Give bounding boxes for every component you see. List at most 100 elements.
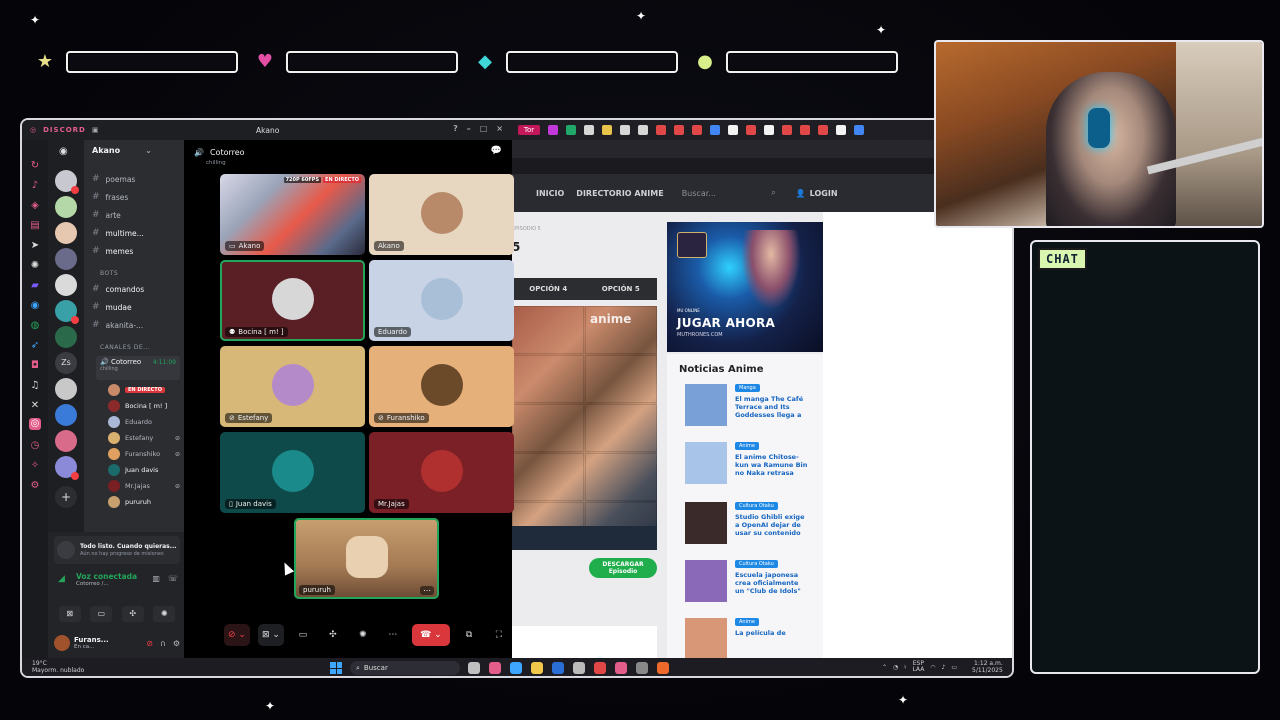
- channel-arte[interactable]: # arte: [92, 210, 186, 220]
- category-voice[interactable]: CANALES DE...: [100, 344, 150, 351]
- server-name[interactable]: Akano ⌄: [92, 146, 152, 155]
- word-icon[interactable]: [552, 662, 564, 674]
- browser-tab[interactable]: [746, 125, 756, 135]
- soundboard-icon[interactable]: ▥: [152, 574, 160, 583]
- hang-up-button[interactable]: ☎ ⌄: [411, 624, 450, 646]
- browser-tab[interactable]: [764, 125, 774, 135]
- disconnect-icon[interactable]: ☏: [168, 574, 178, 583]
- server-icon[interactable]: [55, 300, 79, 324]
- server-icon[interactable]: [55, 274, 77, 296]
- headphones-icon[interactable]: ∩: [160, 639, 166, 648]
- option-5-button[interactable]: OPCIÓN 5: [585, 278, 658, 300]
- site-search-input[interactable]: Buscar... ⌕: [677, 183, 784, 203]
- star-icon[interactable]: ✧: [29, 460, 41, 472]
- effects-button[interactable]: ✺: [153, 606, 176, 622]
- channel-poemas[interactable]: # poemas: [92, 174, 186, 184]
- bell-icon[interactable]: ♪: [29, 180, 41, 192]
- voice-user[interactable]: Mr.Jajas ⊘: [108, 480, 182, 492]
- activities-button[interactable]: ✣: [322, 624, 344, 646]
- voice-user[interactable]: Estefany ⊘: [108, 432, 182, 444]
- fullscreen-button[interactable]: ⛶: [488, 624, 510, 646]
- server-icon[interactable]: [55, 248, 77, 270]
- voice-user[interactable]: pururuh: [108, 496, 182, 508]
- task-view-icon[interactable]: [468, 662, 480, 674]
- camera-off-button[interactable]: ⊠: [58, 606, 81, 622]
- app-icon[interactable]: [573, 662, 585, 674]
- gear-icon[interactable]: ⚙: [173, 639, 180, 648]
- voice-user[interactable]: Bocina [ m! ]: [108, 400, 182, 412]
- channel-multimedia[interactable]: # multime...: [92, 228, 186, 238]
- shield-icon[interactable]: ◈: [29, 200, 41, 212]
- channel-memes[interactable]: # memes: [92, 246, 186, 256]
- participant-tile[interactable]: ⚉ Bocina [ m! ]: [220, 260, 365, 341]
- refresh-icon[interactable]: ↻: [29, 160, 41, 172]
- chat-bubble-icon[interactable]: 💬: [491, 146, 502, 156]
- mic-muted-icon[interactable]: ⊘: [146, 639, 153, 648]
- server-icon[interactable]: [55, 404, 77, 426]
- minimize-icon[interactable]: –: [467, 124, 472, 133]
- voice-user[interactable]: Juan davis: [108, 464, 182, 476]
- participant-tile[interactable]: ⊘ Furanshiko: [369, 346, 514, 427]
- browser-tab[interactable]: [818, 125, 828, 135]
- server-icon[interactable]: [55, 170, 79, 194]
- login-button[interactable]: 👤 LOGIN: [796, 189, 838, 198]
- news-item[interactable]: Cultura Otaku Escuela japonesa crea ofic…: [685, 560, 815, 606]
- browser-tab[interactable]: [566, 125, 576, 135]
- participant-tile[interactable]: Mr.Jajas: [369, 432, 514, 513]
- obs-icon[interactable]: [636, 662, 648, 674]
- browser-tab-active[interactable]: Tor: [518, 125, 540, 135]
- browser-tab[interactable]: [710, 125, 720, 135]
- start-button[interactable]: [330, 662, 342, 674]
- browser-tab[interactable]: [782, 125, 792, 135]
- maximize-icon[interactable]: □: [480, 124, 489, 133]
- browser-tab[interactable]: [674, 125, 684, 135]
- stream-tile[interactable]: 720P 60FPS EN DIRECTO ▭ Akano: [220, 174, 365, 255]
- twitch-icon[interactable]: ▰: [29, 280, 41, 292]
- mic-icon[interactable]: ♮: [904, 664, 906, 671]
- nav-home[interactable]: INICIO: [536, 189, 564, 198]
- category-bots[interactable]: BOTS: [100, 270, 118, 277]
- battery-icon[interactable]: ▭: [951, 664, 957, 671]
- browser-tab[interactable]: [692, 125, 702, 135]
- browser-tab[interactable]: [602, 125, 612, 135]
- more-options-button[interactable]: ⋯: [382, 624, 404, 646]
- channel-mudae[interactable]: # mudae: [92, 302, 186, 312]
- network-icon[interactable]: ◔: [893, 664, 898, 671]
- browser-tab[interactable]: [656, 125, 666, 135]
- help-icon[interactable]: ?: [453, 124, 459, 133]
- pop-out-button[interactable]: ⧉: [458, 624, 480, 646]
- file-explorer-icon[interactable]: [531, 662, 543, 674]
- discord-taskbar-icon[interactable]: [615, 662, 627, 674]
- camera-button[interactable]: ⊠ ⌄: [257, 624, 284, 646]
- soundboard-button[interactable]: ✺: [352, 624, 374, 646]
- server-icon[interactable]: [55, 326, 77, 348]
- weather-widget[interactable]: 19°C Mayorm. nublado: [32, 660, 84, 674]
- avatar[interactable]: [54, 635, 70, 651]
- video-player[interactable]: anime: [512, 306, 657, 550]
- x-icon[interactable]: ✕: [29, 400, 41, 412]
- arrow-icon[interactable]: ➤: [29, 240, 41, 252]
- channel-frases[interactable]: # frases: [92, 192, 186, 202]
- add-server-icon[interactable]: +: [55, 486, 77, 508]
- server-icon[interactable]: [55, 222, 77, 244]
- taskbar-clock[interactable]: 1:12 a.m. 5/11/2025: [972, 660, 1003, 674]
- screen-share-button[interactable]: ▭: [90, 606, 113, 622]
- video-controls[interactable]: [512, 526, 657, 550]
- browser-tab[interactable]: [620, 125, 630, 135]
- discord-rail-icon[interactable]: ◎: [29, 418, 41, 430]
- gear-icon[interactable]: ⚙: [29, 480, 41, 492]
- tiktok-icon[interactable]: ♫: [29, 380, 41, 392]
- instagram-icon[interactable]: ◘: [29, 360, 41, 372]
- openai-icon[interactable]: ✺: [29, 260, 41, 272]
- direct-messages-icon[interactable]: ◉: [59, 146, 68, 157]
- game-ad-banner[interactable]: MU ONLINE JUGAR AHORA MUTHRONES.COM: [667, 222, 823, 352]
- browser-tab[interactable]: [836, 125, 846, 135]
- browser-tab[interactable]: [854, 125, 864, 135]
- browser-tab[interactable]: [728, 125, 738, 135]
- user-info[interactable]: Furans... En ca...: [74, 636, 109, 650]
- app-icon[interactable]: [657, 662, 669, 674]
- participant-tile[interactable]: ▯ Juan davis: [220, 432, 365, 513]
- chrome-icon[interactable]: [594, 662, 606, 674]
- chevron-up-icon[interactable]: ⌃: [882, 664, 887, 671]
- server-icon[interactable]: [55, 430, 77, 452]
